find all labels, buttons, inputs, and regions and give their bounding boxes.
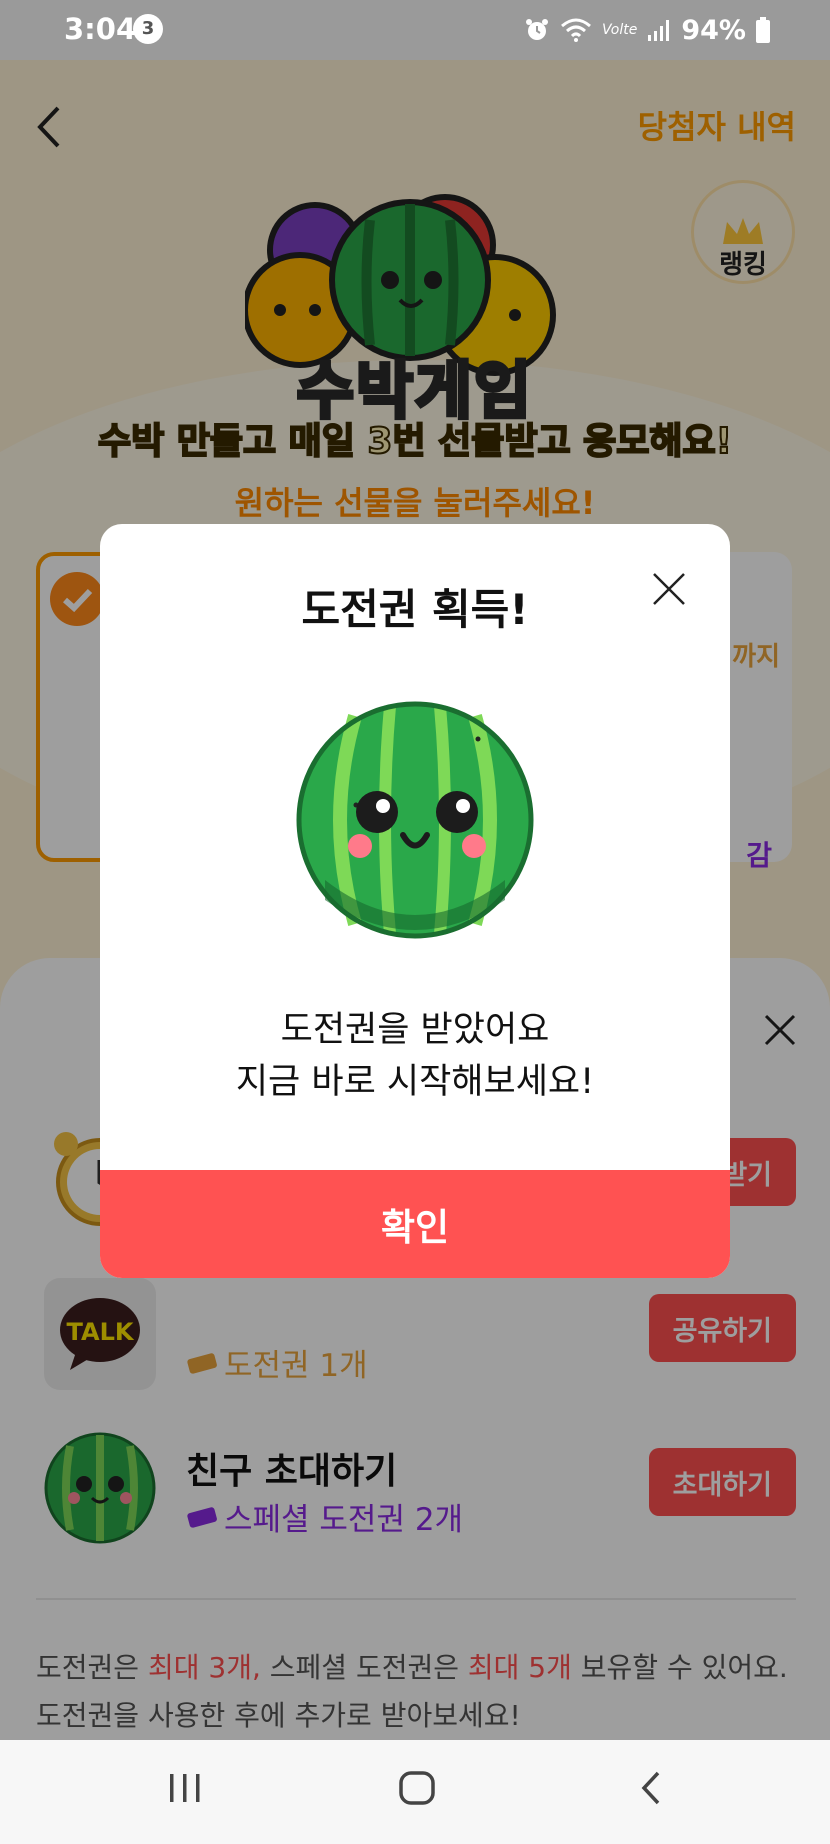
dialog-message-line-1: 도전권을 받았어요 — [280, 1010, 550, 1050]
recent-apps-icon[interactable] — [168, 1768, 202, 1808]
battery-percent: 94% — [681, 14, 746, 46]
notification-count-badge: 3 — [133, 14, 163, 44]
back-icon[interactable] — [638, 1768, 664, 1808]
signal-icon — [648, 20, 670, 41]
alarm-icon — [526, 19, 549, 40]
confirm-button[interactable]: 확인 — [100, 1170, 730, 1278]
ticket-acquired-dialog: 도전권 획득! 도전권을 받았어요 지금 바로 시작해보세요! 확인 — [100, 524, 730, 1278]
battery-icon — [756, 17, 770, 43]
dialog-message: 도전권을 받았어요 지금 바로 시작해보세요! — [100, 1004, 730, 1108]
dialog-message-line-2: 지금 바로 시작해보세요! — [235, 1062, 595, 1102]
status-time: 3:04 — [64, 12, 137, 46]
volte-label: Volte — [602, 22, 638, 38]
status-bar: 3:04 3 Volte 94% — [0, 0, 830, 60]
home-icon[interactable] — [398, 1768, 436, 1808]
system-navigation-bar — [0, 1740, 830, 1844]
watermelon-icon — [296, 701, 534, 939]
status-icons: Volte 94% — [524, 14, 770, 46]
wifi-icon — [561, 18, 592, 42]
dialog-title: 도전권 획득! — [301, 585, 529, 634]
dialog-close-icon[interactable] — [652, 572, 686, 606]
